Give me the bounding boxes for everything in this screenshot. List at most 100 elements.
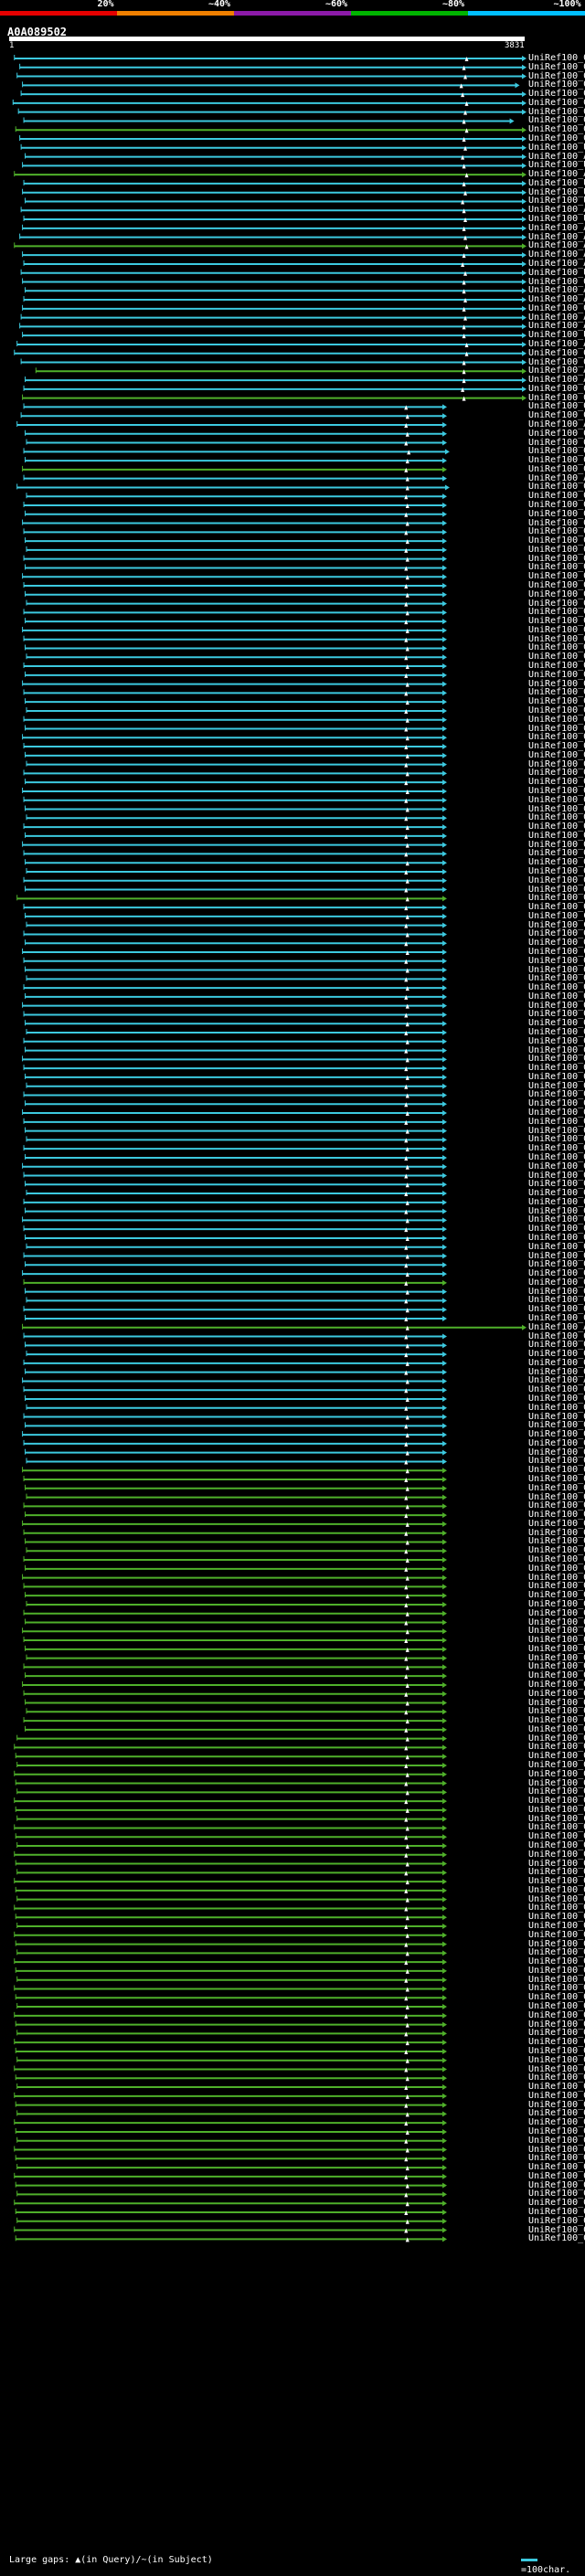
hit-end-arrow <box>441 690 447 696</box>
hit-end-arrow <box>441 993 447 1000</box>
hit-end-arrow <box>441 1860 447 1867</box>
hit-end-arrow <box>441 1619 447 1626</box>
hit-end-arrow <box>441 466 447 472</box>
hit-end-arrow <box>441 1584 447 1590</box>
hit-end-arrow <box>441 1378 447 1384</box>
hit-end-arrow <box>522 172 526 178</box>
hit-end-arrow <box>441 1253 447 1259</box>
hit-end-arrow <box>441 1807 447 1813</box>
hit-end-arrow <box>441 1986 447 1992</box>
hit-end-arrow <box>441 1477 447 1483</box>
hit-end-arrow <box>441 1691 447 1697</box>
hit-end-arrow <box>441 985 447 991</box>
hit-end-arrow <box>441 1503 447 1510</box>
hit-end-arrow <box>441 440 447 446</box>
hit-end-arrow <box>441 1816 447 1822</box>
hit-end-arrow <box>441 958 447 964</box>
hit-end-arrow <box>441 1628 447 1635</box>
hit-end-arrow <box>522 279 526 285</box>
hit-end-arrow <box>522 341 526 347</box>
hit-end-arrow <box>441 1610 447 1617</box>
hit-end-arrow <box>441 610 447 616</box>
hit-end-arrow <box>522 189 526 196</box>
hit-end-arrow <box>522 350 526 356</box>
hit-end-arrow <box>441 458 447 464</box>
hit-end-arrow <box>441 1360 447 1366</box>
hit-end-arrow <box>441 1593 447 1599</box>
hit-end-arrow <box>441 1110 447 1117</box>
hit-end-arrow <box>441 1226 447 1233</box>
hit-end-arrow <box>441 1118 447 1125</box>
hit-end-arrow <box>522 323 526 330</box>
hit-end-arrow <box>441 1342 447 1349</box>
hit-end-arrow <box>441 1798 447 1805</box>
hit-end-arrow <box>441 2021 447 2028</box>
hit-end-arrow <box>441 2227 447 2233</box>
hit-end-arrow <box>441 1494 447 1500</box>
hit-end-arrow <box>441 1995 447 2001</box>
hit-end-arrow <box>441 2218 447 2224</box>
hit-end-arrow <box>441 645 447 652</box>
hit-end-arrow <box>441 2128 447 2135</box>
hit-end-arrow <box>441 860 447 866</box>
hit-end-arrow <box>441 976 447 982</box>
hit-end-arrow <box>441 503 447 508</box>
hit-end-arrow <box>441 583 447 589</box>
hit-end-arrow <box>522 288 526 294</box>
hit-end-arrow <box>441 815 447 822</box>
hit-end-arrow <box>441 1432 447 1438</box>
hit-end-arrow <box>441 1870 447 1876</box>
hit-end-arrow <box>441 2057 447 2063</box>
hit-end-arrow <box>522 217 526 223</box>
hit-end-arrow <box>441 905 447 911</box>
hit-end-arrow <box>441 931 447 938</box>
hit-end-arrow <box>441 413 447 419</box>
hit-end-arrow <box>441 1914 447 1921</box>
hit-end-arrow <box>522 305 526 312</box>
hit-end-arrow <box>441 1074 447 1080</box>
hit-end-arrow <box>441 1101 447 1108</box>
hit-end-arrow <box>522 127 526 133</box>
hit-end-arrow <box>441 511 447 517</box>
alignment-chart <box>0 11 585 2242</box>
hit-end-arrow <box>441 1369 447 1375</box>
scale-segment <box>0 11 117 16</box>
hit-end-arrow <box>441 779 447 786</box>
hit-end-arrow <box>441 797 447 803</box>
hit-end-arrow <box>441 1655 447 1661</box>
hit-end-arrow <box>441 913 447 919</box>
hit-label[interactable]: UniRef100_Q7XRL2 <box>528 2233 585 2244</box>
hit-end-arrow <box>441 2236 447 2242</box>
hit-end-arrow <box>522 64 526 70</box>
query-ruler <box>9 37 525 41</box>
hit-end-arrow <box>441 806 447 812</box>
hit-end-arrow <box>522 73 526 80</box>
hit-end-arrow <box>441 1199 447 1205</box>
hit-end-arrow <box>441 636 447 642</box>
hit-end-arrow <box>441 949 447 955</box>
hit-end-arrow <box>441 1744 447 1751</box>
hit-end-arrow <box>441 1601 447 1607</box>
hit-end-arrow <box>441 1485 447 1491</box>
hit-end-arrow <box>441 2075 447 2082</box>
hit-end-arrow <box>441 1905 447 1912</box>
hit-end-arrow <box>522 297 526 303</box>
hit-end-arrow <box>441 546 447 553</box>
legend-gaps: Large gaps: ▲(in Query)/~(in Subject) <box>9 2555 213 2565</box>
hit-end-arrow <box>522 386 526 392</box>
hit-end-arrow <box>522 154 526 160</box>
hit-end-arrow <box>441 1924 447 1930</box>
hit-end-arrow <box>441 591 447 598</box>
hit-end-arrow <box>441 1967 447 1974</box>
hit-end-arrow <box>441 600 447 607</box>
hit-end-arrow <box>441 824 447 831</box>
hit-end-arrow <box>441 922 447 928</box>
hit-end-arrow <box>441 681 447 687</box>
hit-end-arrow <box>441 1565 447 1572</box>
hit-end-arrow <box>441 2066 447 2072</box>
scale-segment <box>351 11 468 16</box>
hit-end-arrow <box>441 1012 447 1018</box>
hit-end-arrow <box>441 1557 447 1564</box>
hit-end-arrow <box>441 1137 447 1143</box>
hit-end-arrow <box>441 2182 447 2189</box>
